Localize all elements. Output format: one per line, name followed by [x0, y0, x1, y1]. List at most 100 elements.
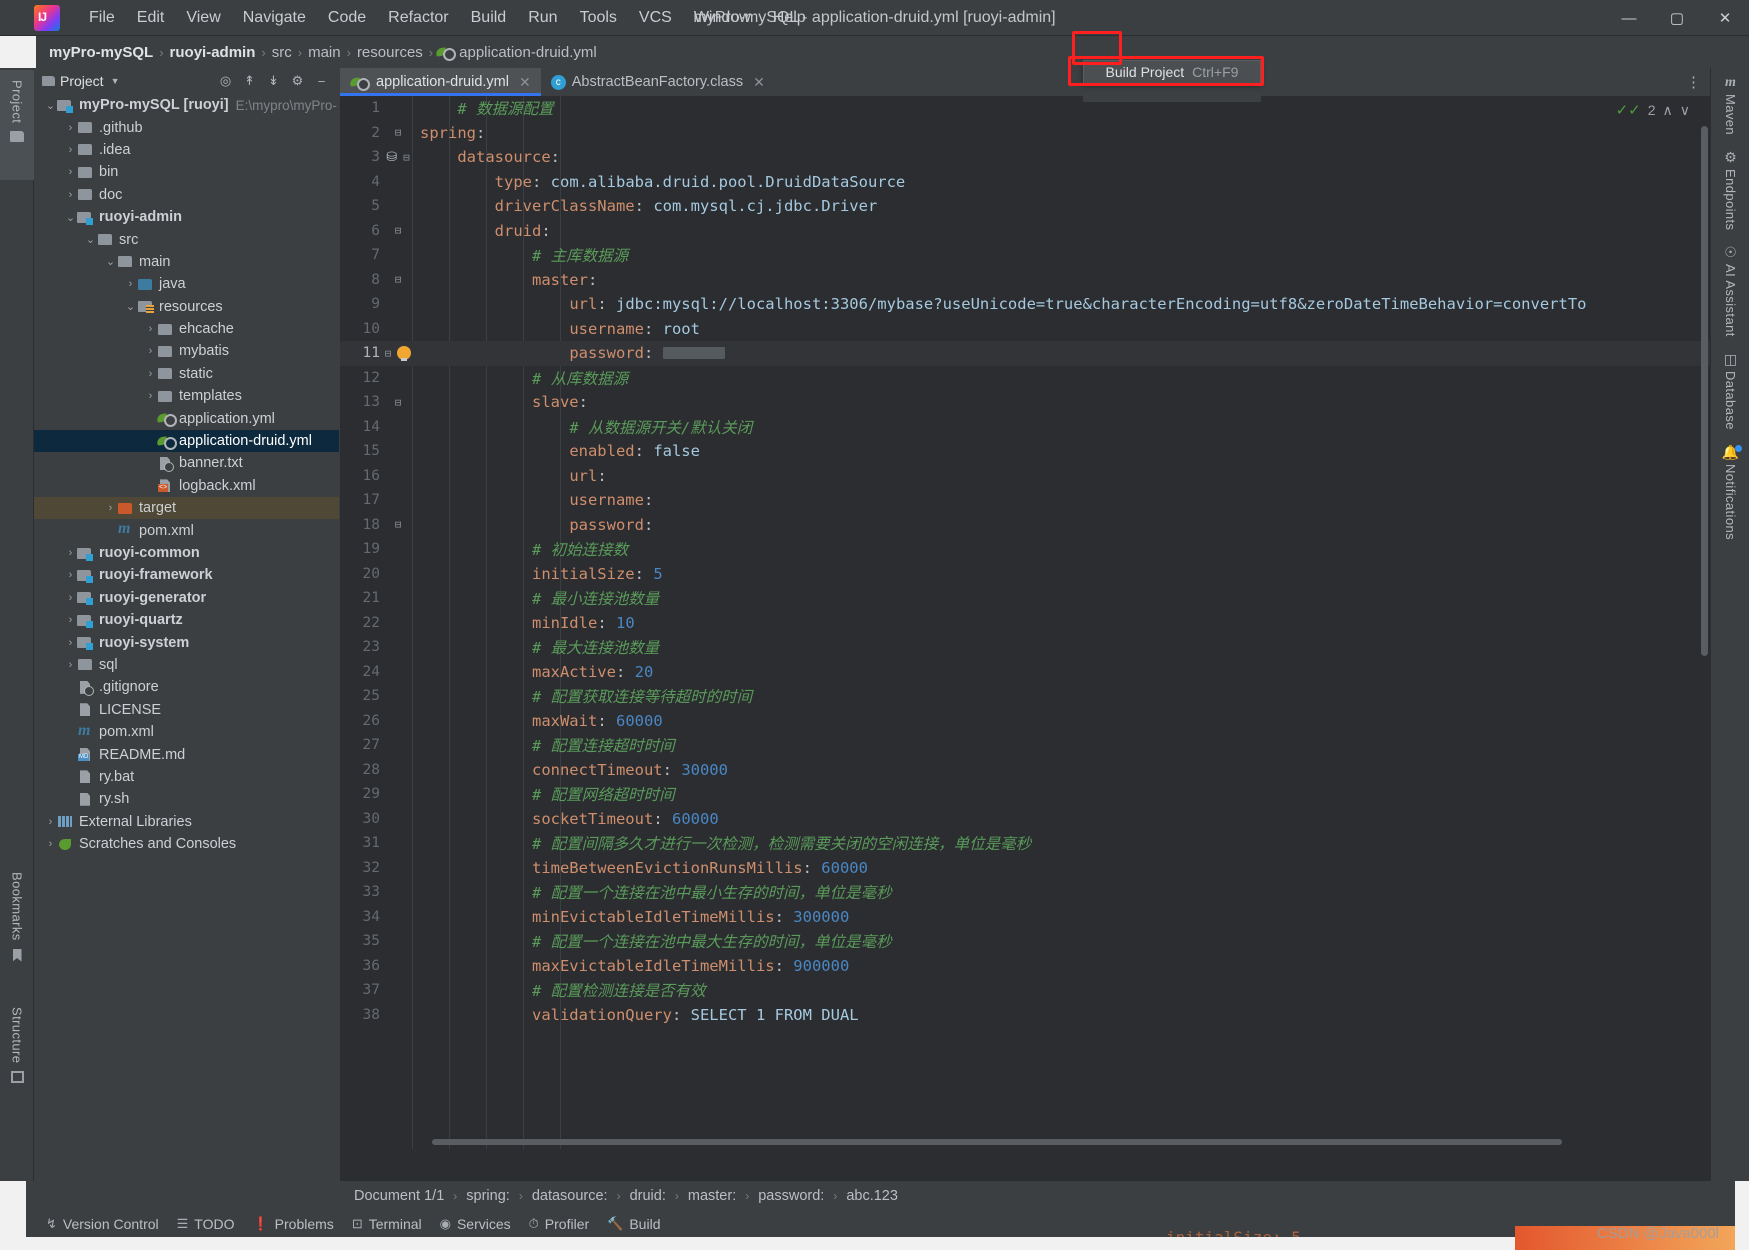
menu-window[interactable]: Window — [683, 5, 762, 31]
sidebar-item-project[interactable]: Project — [0, 70, 34, 180]
code-line-4[interactable]: 4 type: com.alibaba.druid.pool.DruidData… — [340, 170, 1710, 195]
project-tree[interactable]: ⌄ myPro-mySQL [ruoyi] E:\mypro\myPro- › .git… — [34, 94, 339, 1149]
tree-node-readme-md[interactable]: · README.md — [34, 743, 339, 765]
fold-marker-icon[interactable]: ⊟ — [385, 347, 392, 360]
breadcrumb-password[interactable]: password: — [758, 1188, 824, 1204]
code-text[interactable]: minIdle: 10 — [416, 614, 635, 632]
code-line-15[interactable]: 15 enabled: false — [340, 439, 1710, 464]
tree-node-scratches-and-consoles[interactable]: › Scratches and Consoles — [34, 833, 339, 855]
code-text[interactable]: validationQuery: SELECT 1 FROM DUAL — [416, 1006, 859, 1024]
code-text[interactable]: enabled: false — [416, 442, 700, 460]
code-line-30[interactable]: 30 socketTimeout: 60000 — [340, 807, 1710, 832]
chevron-right-icon[interactable]: › — [44, 838, 57, 850]
code-text[interactable]: driverClassName: com.mysql.cj.jdbc.Drive… — [416, 197, 878, 215]
code-line-2[interactable]: 2 ⊟ spring: — [340, 121, 1710, 146]
document-breadcrumb[interactable]: Document 1/1 › spring: › datasource: › d… — [340, 1181, 1710, 1211]
code-text[interactable]: url: jdbc:mysql://localhost:3306/mybase?… — [416, 295, 1586, 313]
tree-node-pom-xml[interactable]: · pom.xml — [34, 721, 339, 743]
document-index[interactable]: Document 1/1 — [354, 1188, 444, 1204]
tree-node-ruoyi-common[interactable]: › ruoyi-common — [34, 542, 339, 564]
menu-run[interactable]: Run — [517, 5, 568, 31]
code-text[interactable]: datasource: — [416, 148, 560, 166]
code-text[interactable]: password: — [416, 344, 725, 362]
code-text[interactable]: # 数据源配置 — [416, 97, 553, 119]
code-text[interactable]: druid: — [416, 222, 551, 240]
menu-help[interactable]: Help — [762, 5, 817, 31]
tree-node-license[interactable]: · LICENSE — [34, 699, 339, 721]
code-text[interactable]: # 主库数据源 — [416, 244, 628, 266]
gutter-cell[interactable]: ⊟ — [380, 126, 416, 139]
tool-window-problems[interactable]: ❗ Problems — [246, 1216, 345, 1232]
code-text[interactable]: # 配置检测连接是否有效 — [416, 979, 706, 1001]
tree-node-java[interactable]: › java — [34, 273, 339, 295]
tree-node-ruoyi-admin[interactable]: ⌄ ruoyi-admin — [34, 206, 339, 228]
chevron-down-icon[interactable]: ⌄ — [124, 300, 137, 313]
tree-node-target[interactable]: › target — [34, 497, 339, 520]
sidebar-item-maven[interactable]: m Maven — [1711, 68, 1749, 142]
tree-node-resources[interactable]: ⌄ resources — [34, 296, 339, 318]
tree-node--github[interactable]: › .github — [34, 116, 339, 138]
tree-node--gitignore[interactable]: · .gitignore — [34, 676, 339, 698]
code-line-36[interactable]: 36 maxEvictableIdleTimeMillis: 900000 — [340, 954, 1710, 979]
menu-build[interactable]: Build — [460, 5, 518, 31]
menu-tools[interactable]: Tools — [569, 5, 628, 31]
inspection-widget[interactable]: ✓✓ 2 ∧ ∨ — [1616, 101, 1690, 120]
code-text[interactable]: connectTimeout: 30000 — [416, 761, 728, 779]
sidebar-item-endpoints[interactable]: ⚙ Endpoints — [1711, 142, 1749, 237]
code-line-1[interactable]: 1 # 数据源配置 — [340, 96, 1710, 121]
tree-node-ehcache[interactable]: › ehcache — [34, 318, 339, 340]
tree-node-src[interactable]: ⌄ src — [34, 228, 339, 250]
chevron-right-icon[interactable]: › — [64, 547, 77, 559]
tree-node-ruoyi-quartz[interactable]: › ruoyi-quartz — [34, 609, 339, 631]
chevron-right-icon[interactable]: › — [144, 368, 157, 380]
code-text[interactable]: # 配置网络超时时间 — [416, 783, 675, 805]
chevron-down-icon[interactable]: ⌄ — [84, 233, 97, 246]
previous-problem-icon[interactable]: ∧ — [1663, 102, 1673, 119]
tree-node-main[interactable]: ⌄ main — [34, 251, 339, 273]
tool-window-build[interactable]: 🔨 Build — [601, 1216, 672, 1232]
code-text[interactable]: password: — [416, 516, 653, 534]
code-line-13[interactable]: 13 ⊟ slave: — [340, 390, 1710, 415]
code-text[interactable]: type: com.alibaba.druid.pool.DruidDataSo… — [416, 173, 906, 191]
code-line-29[interactable]: 29 # 配置网络超时时间 — [340, 782, 1710, 807]
gutter-cell[interactable]: ⊟ — [380, 346, 416, 362]
code-text[interactable]: initialSize: 5 — [416, 565, 663, 583]
code-text[interactable]: maxActive: 20 — [416, 663, 653, 681]
code-line-list[interactable]: 1 # 数据源配置 2 ⊟ spring: 3 ⛁ ⊟ datasource: 4 type:… — [340, 96, 1710, 1027]
minimize-button[interactable]: — — [1605, 0, 1653, 36]
tree-node-templates[interactable]: › templates — [34, 385, 339, 407]
chevron-right-icon[interactable]: › — [124, 278, 137, 290]
sidebar-item-notifications[interactable]: 🔔 Notifications — [1711, 437, 1749, 547]
chevron-right-icon[interactable]: › — [64, 659, 77, 671]
breadcrumb-druid[interactable]: druid: — [630, 1188, 666, 1204]
tree-node-doc[interactable]: › doc — [34, 184, 339, 206]
menu-navigate[interactable]: Navigate — [232, 5, 317, 31]
tree-node--idea[interactable]: › .idea — [34, 139, 339, 161]
fold-marker-icon[interactable]: ⊟ — [395, 396, 402, 409]
chevron-right-icon[interactable]: › — [64, 144, 77, 156]
tree-node-external-libraries[interactable]: › External Libraries — [34, 811, 339, 833]
code-line-26[interactable]: 26 maxWait: 60000 — [340, 709, 1710, 734]
tree-node-ry-bat[interactable]: · ry.bat — [34, 766, 339, 788]
close-button[interactable]: ✕ — [1701, 0, 1749, 36]
chevron-right-icon[interactable]: › — [64, 569, 77, 581]
tree-node-mypro-mysql-ruoyi-[interactable]: ⌄ myPro-mySQL [ruoyi] E:\mypro\myPro- — [34, 94, 339, 116]
tree-node-mybatis[interactable]: › mybatis — [34, 340, 339, 362]
breadcrumb-module[interactable]: ruoyi-admin — [167, 44, 259, 61]
chevron-down-icon[interactable]: ⌄ — [64, 211, 77, 224]
code-text[interactable]: spring: — [416, 124, 485, 142]
tree-node-sql[interactable]: › sql — [34, 654, 339, 676]
sidebar-item-database[interactable]: ◫ Database — [1711, 344, 1749, 437]
tree-node-pom-xml[interactable]: · pom.xml — [34, 519, 339, 541]
fold-marker-icon[interactable]: ⊟ — [395, 518, 402, 531]
code-line-7[interactable]: 7 # 主库数据源 — [340, 243, 1710, 268]
more-options-kebab-icon[interactable]: ⋮ — [1686, 73, 1702, 91]
code-text[interactable]: # 最大连接池数量 — [416, 636, 659, 658]
breadcrumb-datasource[interactable]: datasource: — [532, 1188, 608, 1204]
breadcrumb-file[interactable]: application-druid.yml — [456, 44, 600, 61]
menu-edit[interactable]: Edit — [126, 5, 176, 31]
sidebar-item-bookmarks[interactable]: Bookmarks — [0, 868, 34, 978]
chevron-right-icon[interactable]: › — [64, 592, 77, 604]
chevron-right-icon[interactable]: › — [64, 637, 77, 649]
close-tab-icon[interactable]: ✕ — [519, 74, 531, 91]
